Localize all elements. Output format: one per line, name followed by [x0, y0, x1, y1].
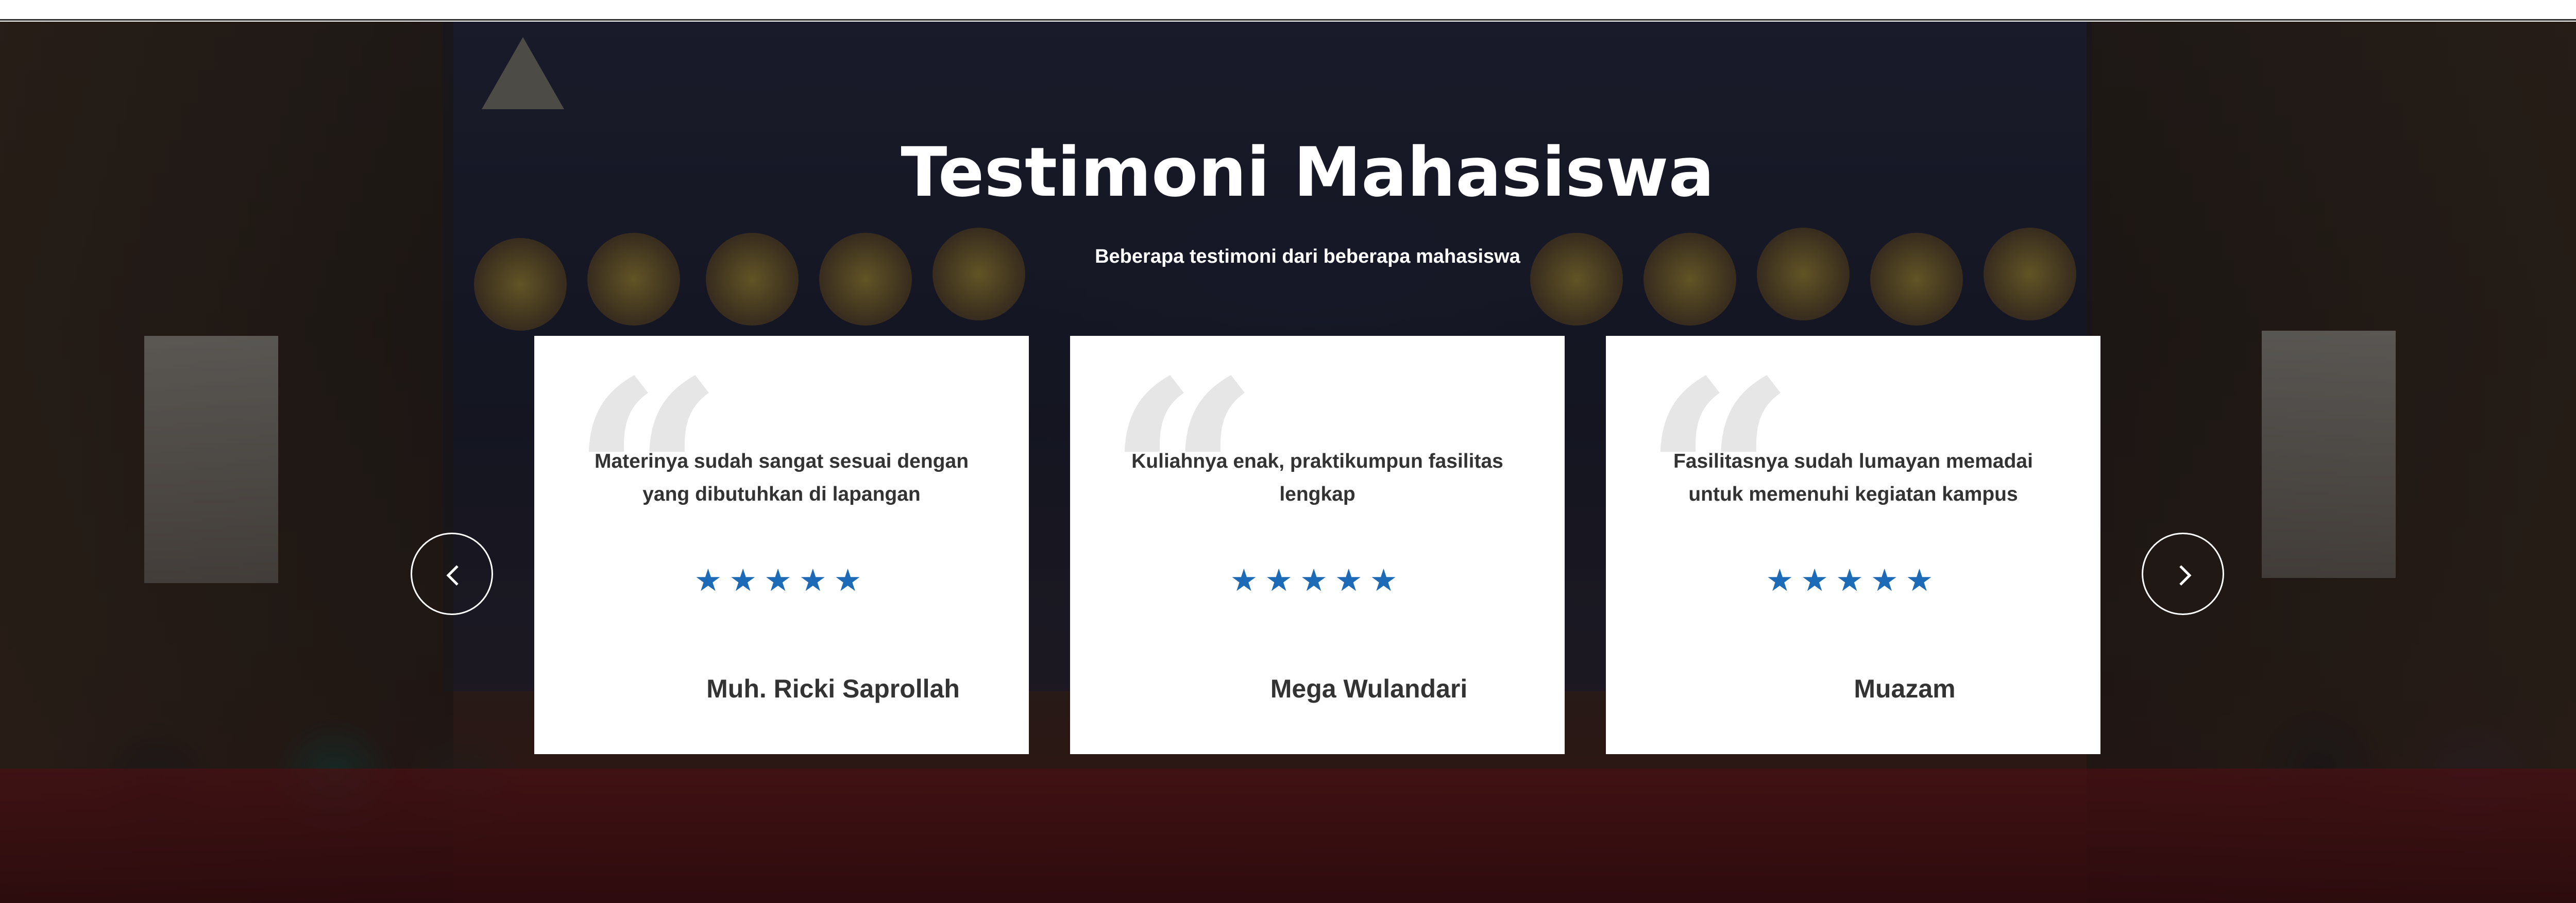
star-rating: ★★★★★	[694, 563, 869, 598]
testimonial-card: “ Kuliahnya enak, praktikumpun fasilitas…	[1070, 336, 1565, 754]
testimonial-author: Muazam	[1854, 674, 1956, 703]
section-subtitle: Beberapa testimoni dari beberapa mahasis…	[1095, 246, 1520, 267]
testimonial-card: “ Materinya sudah sangat sesuai dengan y…	[534, 336, 1029, 754]
testimonial-author: Mega Wulandari	[1270, 674, 1468, 703]
testimonial-text: Kuliahnya enak, praktikumpun fasilitas l…	[1131, 450, 1503, 505]
testimonial-card: “ Fasilitasnya sudah lumayan memadai unt…	[1606, 336, 2100, 754]
testimonial-text: Fasilitasnya sudah lumayan memadai untuk…	[1673, 450, 2033, 505]
testimonial-author: Muh. Ricki Saprollah	[706, 674, 960, 703]
star-rating: ★★★★★	[1230, 563, 1405, 598]
star-rating: ★★★★★	[1766, 563, 1941, 598]
chevron-right-icon	[2179, 565, 2192, 586]
top-navbar-edge	[0, 0, 2576, 21]
carousel-next-button[interactable]	[2142, 533, 2224, 615]
testimonial-text: Materinya sudah sangat sesuai dengan yan…	[594, 450, 969, 505]
carousel-prev-button[interactable]	[411, 533, 493, 615]
section-title: Testimoni Mahasiswa	[901, 133, 1715, 212]
chevron-left-icon	[446, 565, 459, 586]
